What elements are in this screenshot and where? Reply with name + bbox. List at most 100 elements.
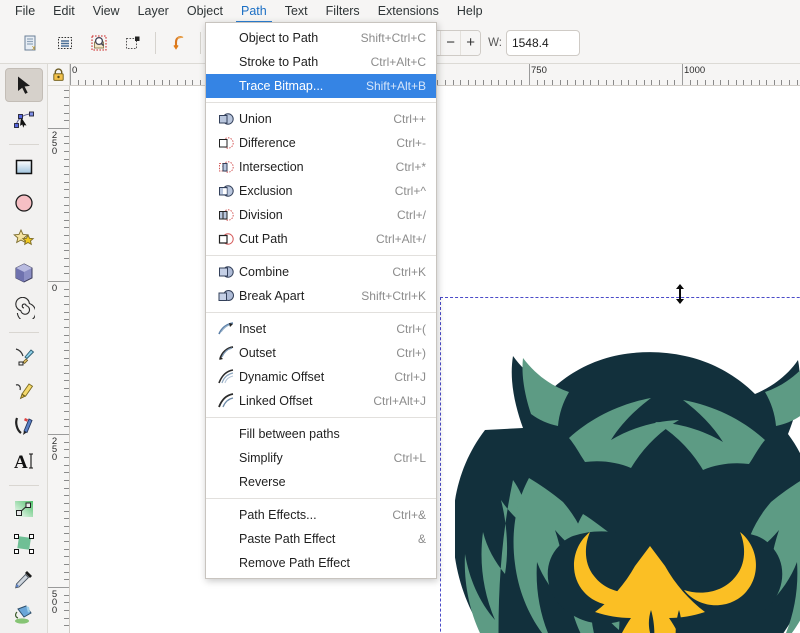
- menu-path[interactable]: Path: [232, 0, 276, 23]
- menu-item-label: Remove Path Effect: [239, 556, 350, 570]
- menu-item-inset[interactable]: Inset Ctrl+(: [206, 317, 436, 341]
- node-tool[interactable]: [5, 104, 43, 137]
- y-coordinate-field-decrement[interactable]: −: [440, 30, 461, 55]
- deselect-icon[interactable]: [118, 28, 148, 58]
- menu-item-no-icon: [214, 473, 236, 491]
- menu-item-object-to-path[interactable]: Object to Path Shift+Ctrl+C: [206, 26, 436, 50]
- ruler-tick: [64, 349, 69, 351]
- menu-item-division[interactable]: Division Ctrl+/: [206, 203, 436, 227]
- ruler-tick: [64, 441, 69, 443]
- menu-item-shortcut: Shift+Ctrl+K: [361, 289, 426, 303]
- ruler-tick: [620, 80, 622, 85]
- menu-object[interactable]: Object: [178, 0, 232, 22]
- ruler-tick: [64, 196, 69, 198]
- ruler-tick: [64, 334, 69, 336]
- menu-item-shortcut: Ctrl+^: [394, 184, 426, 198]
- menu-filters[interactable]: Filters: [317, 0, 369, 22]
- menu-item-shortcut: Shift+Alt+B: [365, 79, 426, 93]
- ruler-tick: [64, 426, 69, 428]
- menu-help[interactable]: Help: [448, 0, 492, 22]
- ruler-tick: [100, 80, 102, 85]
- menu-item-label: Stroke to Path: [239, 55, 319, 69]
- menu-layer[interactable]: Layer: [129, 0, 178, 22]
- menu-item-difference[interactable]: Difference Ctrl+-: [206, 131, 436, 155]
- menu-item-paste-path-effect[interactable]: Paste Path Effect &: [206, 527, 436, 551]
- menu-item-shortcut: Ctrl+&: [392, 508, 426, 522]
- menu-edit[interactable]: Edit: [44, 0, 84, 22]
- menu-item-simplify[interactable]: Simplify Ctrl+L: [206, 446, 436, 470]
- menu-item-path-effects[interactable]: Path Effects... Ctrl+&: [206, 503, 436, 527]
- ruler-label: 750: [531, 65, 547, 76]
- width-field[interactable]: [505, 29, 580, 56]
- menu-item-cut-path[interactable]: Cut Path Ctrl+Alt+/: [206, 227, 436, 251]
- vertical-ruler[interactable]: 250 0 250 500: [48, 86, 70, 633]
- ruler-lock-icon[interactable]: [48, 64, 70, 86]
- menu-item-shortcut: Ctrl+L: [393, 451, 426, 465]
- select-same-icon[interactable]: [50, 28, 80, 58]
- width-field-input[interactable]: [506, 30, 579, 55]
- menu-item-intersection[interactable]: Intersection Ctrl+*: [206, 155, 436, 179]
- select-all-in-all-layers-icon[interactable]: x: [16, 28, 46, 58]
- pencil-tool[interactable]: [5, 339, 43, 372]
- selector-tool[interactable]: [4, 68, 43, 102]
- ruler-tick: [666, 80, 668, 85]
- menu-view[interactable]: View: [84, 0, 129, 22]
- paintbucket-tool[interactable]: [5, 598, 43, 631]
- ruler-tick: [574, 80, 576, 85]
- menu-item-shortcut: Ctrl+): [396, 346, 426, 360]
- star-tool[interactable]: [5, 221, 43, 254]
- ruler-tick: [475, 80, 477, 85]
- menu-item-reverse[interactable]: Reverse: [206, 470, 436, 494]
- ruler-tick: [773, 80, 775, 85]
- menu-item-outset[interactable]: Outset Ctrl+): [206, 341, 436, 365]
- menu-text[interactable]: Text: [276, 0, 317, 22]
- ruler-tick: [64, 303, 69, 305]
- lower-to-bottom-icon[interactable]: [163, 28, 193, 58]
- menu-item-exclusion[interactable]: Exclusion Ctrl+^: [206, 179, 436, 203]
- menu-item-linked-offset[interactable]: Linked Offset Ctrl+Alt+J: [206, 389, 436, 413]
- ruler-tick: [161, 80, 163, 85]
- dropper-tool[interactable]: [5, 563, 43, 596]
- ruler-tick: [483, 80, 485, 85]
- resize-handle-vertical[interactable]: [673, 283, 687, 305]
- menu-item-stroke-to-path[interactable]: Stroke to Path Ctrl+Alt+C: [206, 50, 436, 74]
- y-coordinate-field-increment[interactable]: +: [460, 30, 481, 55]
- menu-item-combine[interactable]: Combine Ctrl+K: [206, 260, 436, 284]
- menu-extensions[interactable]: Extensions: [369, 0, 448, 22]
- ruler-tick: [115, 80, 117, 85]
- rectangle-tool[interactable]: [5, 151, 43, 184]
- selection-bounding-box[interactable]: [440, 297, 800, 633]
- select-by-color-icon[interactable]: [84, 28, 114, 58]
- svg-text:A: A: [14, 452, 28, 472]
- ruler-tick: [613, 80, 615, 85]
- ruler-tick: [467, 80, 469, 85]
- box3d-tool[interactable]: [5, 257, 43, 290]
- gradient-tool[interactable]: [5, 492, 43, 525]
- path-menu-popup[interactable]: Object to Path Shift+Ctrl+C Stroke to Path…: [205, 22, 437, 579]
- menu-item-break-apart[interactable]: Break Apart Shift+Ctrl+K: [206, 284, 436, 308]
- menu-item-dynamic-offset[interactable]: Dynamic Offset Ctrl+J: [206, 365, 436, 389]
- ruler-tick: [636, 80, 638, 85]
- menu-file[interactable]: File: [6, 0, 44, 22]
- menu-item-trace-bitmap[interactable]: Trace Bitmap... Shift+Alt+B: [206, 74, 436, 98]
- menu-item-no-icon: [214, 554, 236, 572]
- pen-tool[interactable]: [5, 374, 43, 407]
- menu-separator: [206, 312, 436, 313]
- ellipse-tool[interactable]: [5, 186, 43, 219]
- spiral-tool[interactable]: [5, 292, 43, 325]
- ruler-tick: [64, 564, 69, 566]
- mesh-tool[interactable]: [5, 527, 43, 560]
- calligraphy-tool[interactable]: [5, 410, 43, 443]
- ruler-tick: [444, 80, 446, 85]
- ruler-tick: [64, 181, 69, 183]
- menu-item-label: Fill between paths: [239, 427, 340, 441]
- menu-item-fill-between-paths[interactable]: Fill between paths: [206, 422, 436, 446]
- text-tool[interactable]: A: [5, 445, 43, 478]
- menu-item-label: Outset: [239, 346, 276, 360]
- ruler-tick: [64, 235, 69, 237]
- menu-item-remove-path-effect[interactable]: Remove Path Effect: [206, 551, 436, 575]
- menu-item-union[interactable]: Union Ctrl++: [206, 107, 436, 131]
- menu-item-shortcut: Ctrl+/: [396, 208, 426, 222]
- ruler-tick: [64, 518, 69, 520]
- ruler-tick: [460, 80, 462, 85]
